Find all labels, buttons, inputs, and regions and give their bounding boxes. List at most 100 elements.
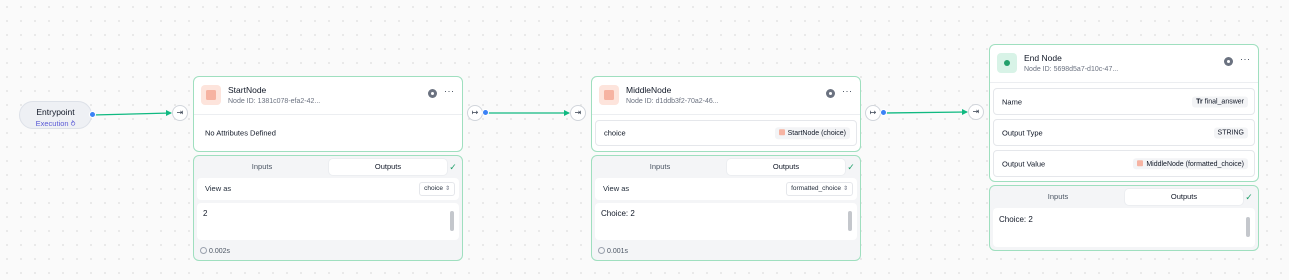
output-value: 2 [203,209,208,218]
more-options-icon[interactable]: ··· [1240,54,1251,64]
start-node-header: StartNode Node ID: 1381c078-efa2-42... ·… [194,77,462,115]
attribute-value-chip[interactable]: StartNode (choice) [774,127,850,139]
entrypoint-node[interactable]: Entrypoint Execution ⥁ [19,101,92,129]
attribute-value: MiddleNode (formatted_choice) [1146,160,1244,168]
timing-value: 0.001s [607,248,629,255]
attribute-label: Output Type [1002,128,1043,137]
view-as-value: formatted_choice [791,185,841,192]
view-as-select[interactable]: choice ⇕ [419,182,455,196]
entrypoint-subtitle-text: Execution [35,119,69,128]
output-value: Choice: 2 [601,209,635,218]
chevron-updown-icon: ⇕ [444,186,450,192]
attribute-value-chip[interactable]: Tr final_answer [1192,96,1248,107]
end-node-output-panel: Inputs Outputs ✓ Choice: 2 [989,185,1259,251]
output-value-box[interactable]: Choice: 2 [993,208,1255,247]
more-options-icon[interactable]: ··· [444,86,455,96]
panel-tabs: Inputs Outputs ✓ [595,159,857,175]
view-as-select[interactable]: formatted_choice ⇕ [786,182,853,196]
tab-inputs[interactable]: Inputs [197,159,327,175]
start-node-output-handle[interactable] [482,109,489,116]
node-id: Node ID: 5698d5a7-d10c-47... [1024,66,1119,73]
exit-icon: ↦ [471,108,479,117]
timing: 0.001s [598,247,628,255]
check-icon: ✓ [847,162,855,172]
scrollbar[interactable] [1246,217,1250,237]
settings-icon[interactable] [826,89,835,98]
check-icon: ✓ [1245,192,1253,202]
end-node-header: End Node Node ID: 5698d5a7-d10c-47... ··… [990,45,1258,83]
branch-icon: ⥁ [70,121,76,128]
timing-value: 0.002s [209,248,231,255]
output-value-box[interactable]: 2 [197,203,459,240]
edge-middle-end [882,111,968,114]
entrypoint-output-handle[interactable] [89,111,96,118]
end-node-input-port[interactable]: ⇥ [968,104,984,120]
clock-icon [200,247,207,254]
middle-node-output-panel: Inputs Outputs ✓ View as formatted_choic… [591,155,861,261]
attribute-row-output-type[interactable]: Output Type STRING [993,119,1255,146]
node-type-icon [599,85,619,105]
tab-outputs[interactable]: Outputs [1125,189,1243,205]
middle-node-input-port[interactable]: ⇥ [570,105,586,121]
start-node-output-port[interactable]: ↦ [467,105,483,121]
attribute-label: choice [604,128,626,138]
output-value-box[interactable]: Choice: 2 [595,203,857,240]
middle-node[interactable]: MiddleNode Node ID: d1ddb3f2-70a2-46... … [591,76,861,152]
entrypoint-title: Entrypoint [36,107,75,117]
node-swatch-icon [778,129,785,136]
attribute-value-chip[interactable]: STRING [1213,127,1248,138]
middle-node-output-port[interactable]: ↦ [865,105,881,121]
attribute-value: final_answer [1204,98,1244,105]
middle-node-output-handle[interactable] [880,109,887,116]
text-type-icon: Tr [1196,98,1203,105]
node-id: Node ID: d1ddb3f2-70a2-46... [626,98,719,105]
tab-inputs[interactable]: Inputs [595,159,725,175]
enter-icon: ⇥ [972,107,980,116]
entrypoint-subtitle: Execution ⥁ [20,119,91,128]
attribute-value: STRING [1217,129,1244,136]
panel-tabs: Inputs Outputs ✓ [197,159,459,175]
start-node-output-panel: Inputs Outputs ✓ View as choice ⇕ 2 0.002… [193,155,463,261]
end-node-icon [997,53,1017,73]
node-title: StartNode [228,85,267,95]
end-node[interactable]: End Node Node ID: 5698d5a7-d10c-47... ··… [989,44,1259,182]
view-as-label: View as [603,184,630,193]
output-value: Choice: 2 [999,215,1033,224]
edge-entry-start [91,112,172,116]
tab-inputs[interactable]: Inputs [993,189,1123,205]
attribute-value-chip[interactable]: MiddleNode (formatted_choice) [1133,157,1248,170]
enter-icon: ⇥ [574,108,582,117]
panel-tabs: Inputs Outputs ✓ [993,189,1255,205]
attribute-row[interactable]: choice StartNode (choice) [595,120,857,146]
scrollbar[interactable] [848,211,852,231]
clock-icon [598,247,605,254]
attribute-value: StartNode (choice) [787,129,846,137]
attribute-row-name[interactable]: Name Tr final_answer [993,88,1255,115]
settings-icon[interactable] [428,89,437,98]
node-title: End Node [1024,53,1062,63]
middle-node-header: MiddleNode Node ID: d1ddb3f2-70a2-46... … [592,77,860,115]
check-icon: ✓ [449,162,457,172]
node-title: MiddleNode [626,85,672,95]
tab-outputs[interactable]: Outputs [727,159,845,175]
more-options-icon[interactable]: ··· [842,86,853,96]
tab-outputs[interactable]: Outputs [329,159,447,175]
chevron-updown-icon: ⇕ [842,186,848,192]
node-id: Node ID: 1381c078-efa2-42... [228,98,321,105]
view-as-row: View as formatted_choice ⇕ [595,178,857,200]
start-node[interactable]: StartNode Node ID: 1381c078-efa2-42... ·… [193,76,463,152]
attributes-empty: No Attributes Defined [197,120,459,146]
attribute-label: Output Value [1002,159,1046,168]
node-swatch-icon [1137,159,1144,166]
enter-icon: ⇥ [176,108,184,117]
attribute-label: Name [1002,97,1023,106]
settings-icon[interactable] [1224,57,1233,66]
empty-attributes-text: No Attributes Defined [205,128,276,138]
attribute-row-output-value[interactable]: Output Value MiddleNode (formatted_choic… [993,150,1255,177]
scrollbar[interactable] [450,211,454,231]
view-as-label: View as [205,184,232,193]
exit-icon: ↦ [869,108,877,117]
start-node-input-port[interactable]: ⇥ [172,105,188,121]
timing: 0.002s [200,247,230,255]
view-as-value: choice [424,185,443,192]
